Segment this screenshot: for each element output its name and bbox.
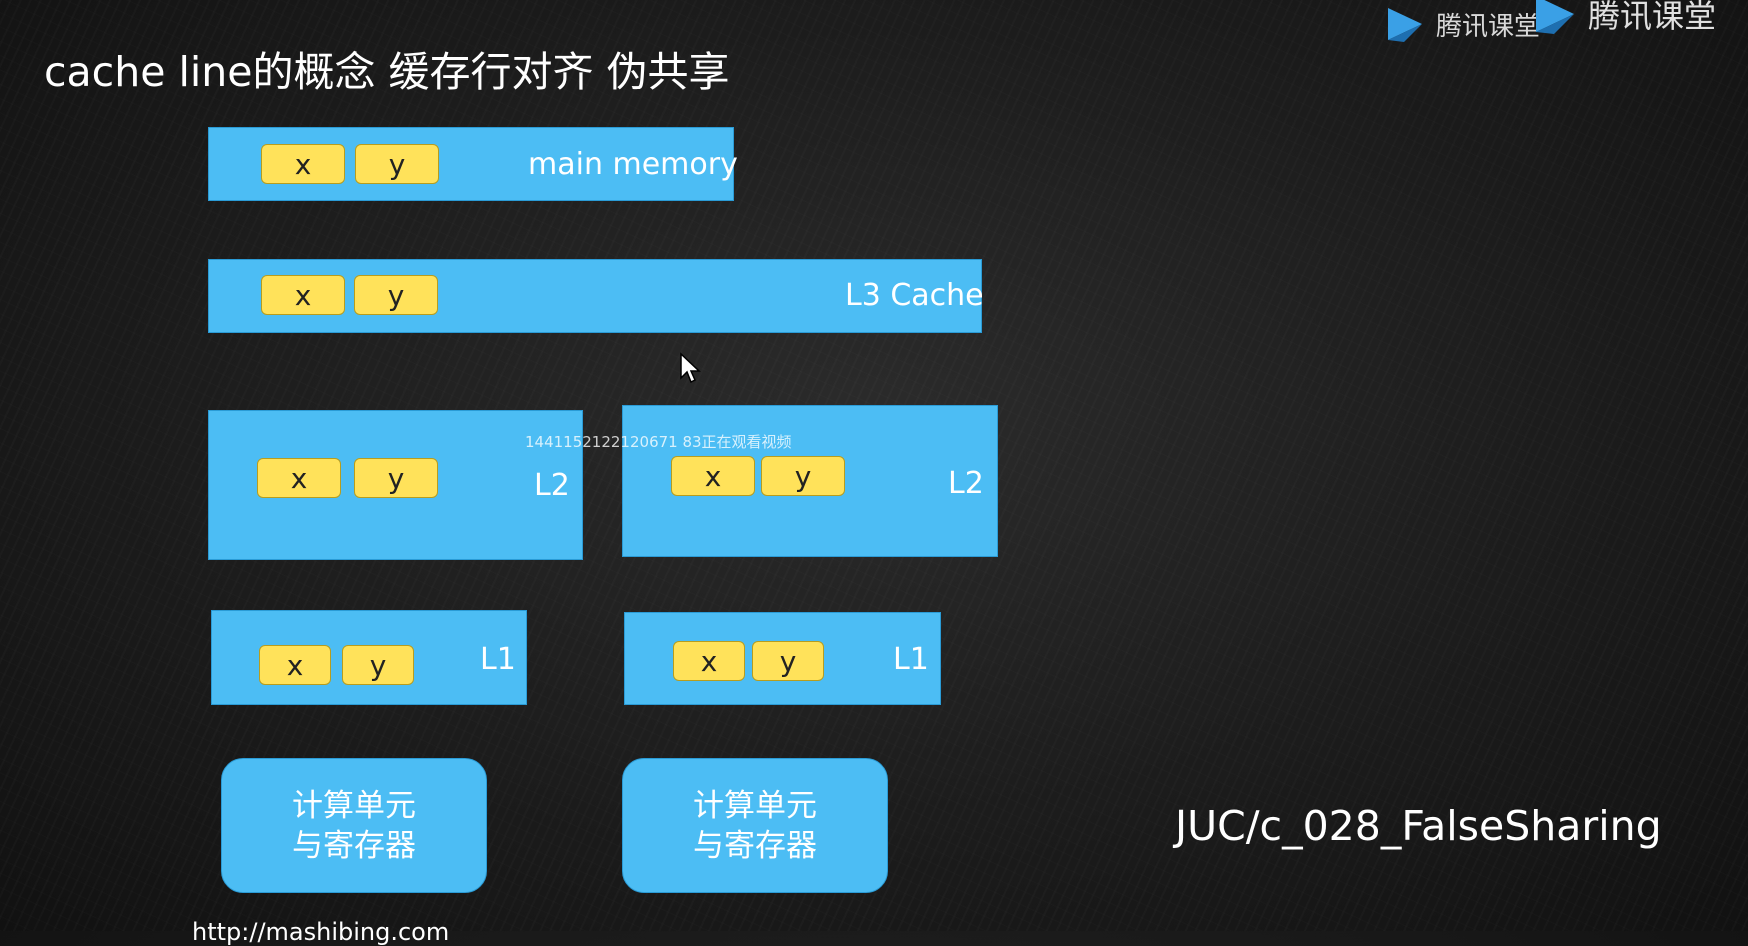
tencent-classroom-logo-small: 腾讯课堂 xyxy=(1382,0,1540,48)
tencent-classroom-logo-large: 腾讯课堂 xyxy=(1530,0,1716,38)
cache-cell-y: y xyxy=(761,456,845,496)
play-icon xyxy=(1536,0,1574,34)
cache-cell-y: y xyxy=(342,645,414,685)
compute-unit-line2: 与寄存器 xyxy=(292,827,416,864)
slide-title: cache line的概念 缓存行对齐 伪共享 xyxy=(44,48,730,96)
logo-text: 腾讯课堂 xyxy=(1588,0,1717,35)
l2-cache-label-left: L2 xyxy=(534,468,570,503)
l1-cache-label-right: L1 xyxy=(893,642,929,677)
cache-cell-x: x xyxy=(673,641,745,681)
l1-cache-label-left: L1 xyxy=(480,642,516,677)
code-reference: JUC/c_028_FalseSharing xyxy=(1175,802,1662,850)
cache-cell-x: x xyxy=(671,456,755,496)
compute-unit-line1: 计算单元 xyxy=(693,787,817,824)
mouse-cursor-icon xyxy=(680,352,701,384)
main-memory-label: main memory xyxy=(528,147,738,182)
l3-cache-label: L3 Cache xyxy=(845,278,984,313)
viewer-watermark: 1441152122120671 83正在观看视频 xyxy=(525,433,792,451)
compute-unit-line2: 与寄存器 xyxy=(693,827,817,864)
logo-text: 腾讯课堂 xyxy=(1436,11,1541,42)
cache-cell-x: x xyxy=(261,275,345,315)
l2-cache-label-right: L2 xyxy=(948,466,984,501)
cache-cell-y: y xyxy=(355,144,439,184)
cache-cell-x: x xyxy=(261,144,345,184)
compute-unit-line1: 计算单元 xyxy=(292,787,416,824)
cache-cell-x: x xyxy=(259,645,331,685)
website-url: http://mashibing.com xyxy=(192,918,450,946)
cache-cell-y: y xyxy=(354,275,438,315)
compute-unit-left: 计算单元 与寄存器 xyxy=(221,758,487,893)
compute-unit-right: 计算单元 与寄存器 xyxy=(622,758,888,893)
cache-cell-y: y xyxy=(354,458,438,498)
cache-cell-x: x xyxy=(257,458,341,498)
cache-cell-y: y xyxy=(752,641,824,681)
play-icon xyxy=(1388,8,1422,42)
